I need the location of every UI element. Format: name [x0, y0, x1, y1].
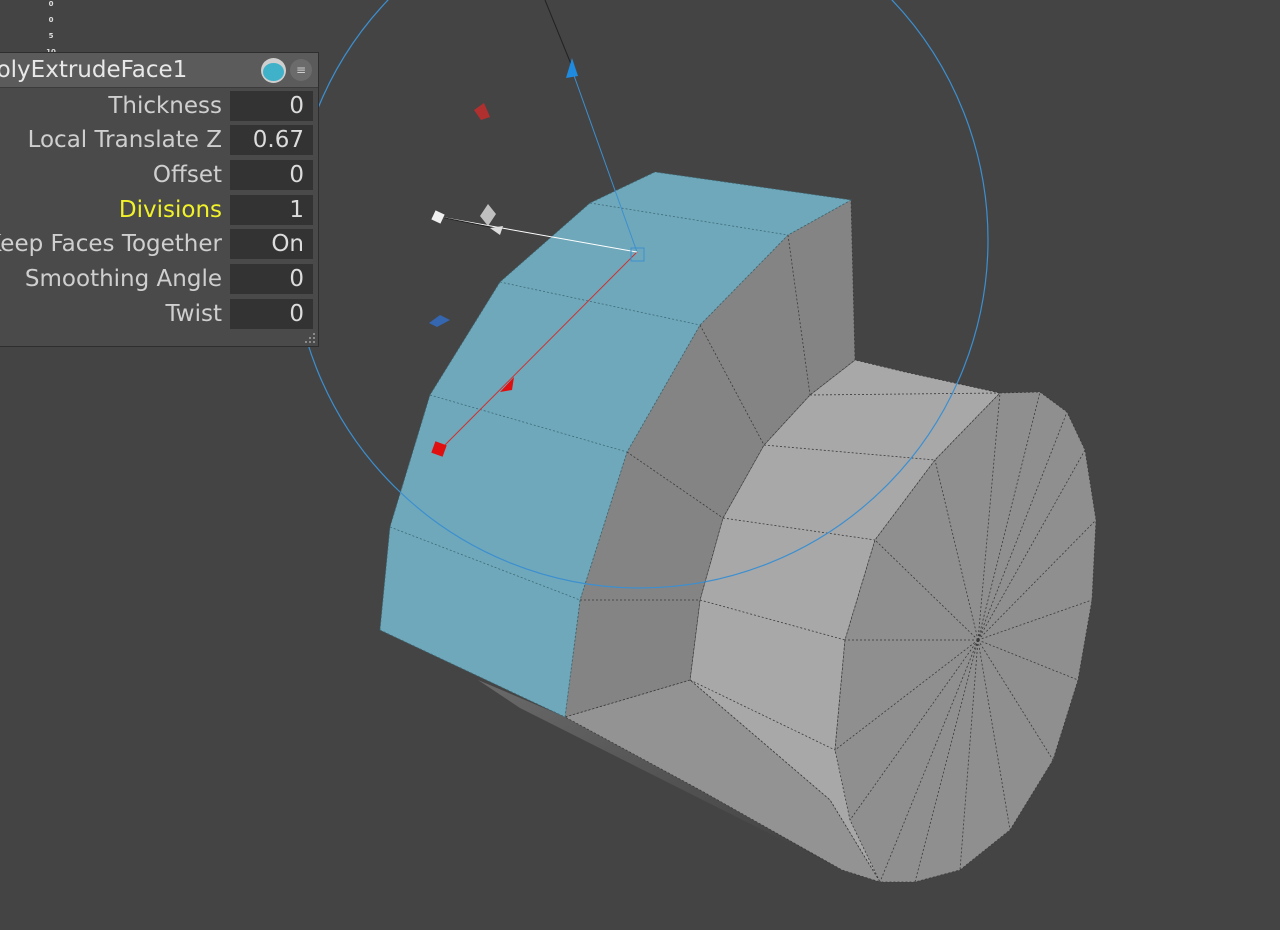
attr-value-field[interactable]: 0 — [230, 91, 313, 121]
ruler-mark: 0 — [48, 0, 54, 8]
ruler-mark: 5 — [48, 32, 54, 40]
attr-label[interactable]: Divisions — [119, 193, 222, 227]
attr-row-thickness[interactable]: Thickness 0 — [0, 89, 318, 123]
manip-plane-handle-red-icon[interactable] — [474, 103, 490, 120]
in-view-editor-header[interactable]: polyExtrudeFace1 ≡ — [0, 53, 318, 88]
ruler-mark: 0 — [48, 16, 54, 24]
in-view-editor[interactable]: polyExtrudeFace1 ≡ Thickness 0 Local Tra… — [0, 52, 319, 347]
manip-plane-handle-blue-icon[interactable] — [429, 315, 450, 327]
attr-row-keep-faces-together[interactable]: Keep Faces Together On — [0, 227, 318, 261]
attr-label[interactable]: Smoothing Angle — [25, 262, 222, 296]
attr-row-twist[interactable]: Twist 0 — [0, 297, 318, 331]
viewport-ruler: 0 0 5 10 — [44, 0, 58, 60]
node-type-icon[interactable] — [261, 58, 286, 83]
attr-value-field[interactable]: 0 — [230, 264, 313, 294]
attr-value-field[interactable]: 1 — [230, 195, 313, 225]
attr-label[interactable]: Thickness — [108, 89, 222, 123]
attr-value-field[interactable]: 0 — [230, 160, 313, 190]
attr-label[interactable]: Offset — [153, 158, 222, 192]
attr-label[interactable]: Keep Faces Together — [0, 227, 222, 261]
attr-label[interactable]: Local Translate Z — [28, 123, 222, 157]
attr-row-local-translate-z[interactable]: Local Translate Z 0.67 — [0, 123, 318, 157]
manip-z-scale-cube-icon[interactable] — [431, 210, 445, 224]
attr-value-field[interactable]: 0 — [230, 299, 313, 329]
manip-y-arrow-icon[interactable] — [566, 58, 578, 78]
node-title[interactable]: polyExtrudeFace1 — [0, 56, 187, 84]
attr-label[interactable]: Twist — [166, 297, 222, 331]
attr-row-smoothing-angle[interactable]: Smoothing Angle 0 — [0, 262, 318, 296]
menu-icon[interactable]: ≡ — [290, 59, 312, 81]
manip-plane-handle-white-icon[interactable] — [480, 204, 496, 226]
attr-row-divisions[interactable]: Divisions 1 — [0, 193, 318, 227]
attr-value-field[interactable]: 0.67 — [230, 125, 313, 155]
attr-value-field[interactable]: On — [230, 229, 313, 259]
resize-grip-icon[interactable] — [304, 332, 316, 344]
manip-y-axis-line — [544, 0, 572, 65]
attr-row-offset[interactable]: Offset 0 — [0, 158, 318, 192]
